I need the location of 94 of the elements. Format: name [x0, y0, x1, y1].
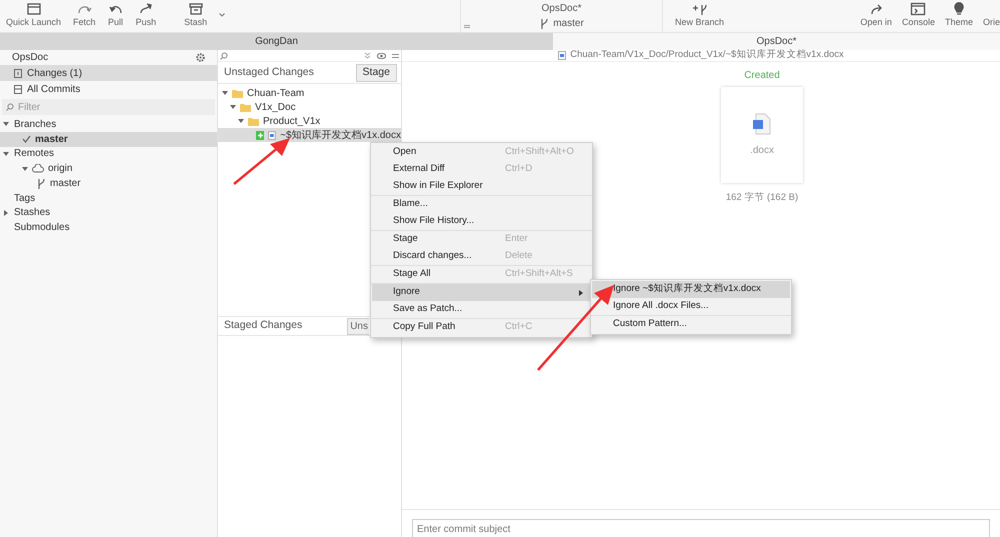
collapsed-caret-icon[interactable]	[3, 210, 9, 216]
unstaged-title: Unstaged Changes	[224, 64, 314, 80]
search-icon	[6, 103, 14, 111]
cloud-icon	[32, 164, 44, 173]
branch-name: master	[50, 177, 81, 191]
menu-item[interactable]: Open Ctrl+Shift+Alt+O	[372, 144, 591, 161]
menu-icon[interactable]	[392, 52, 399, 58]
stage-button[interactable]: Stage	[356, 64, 397, 82]
folder-name: Chuan-Team	[247, 86, 304, 100]
branch-item[interactable]: master	[0, 176, 217, 191]
shortcut-label: Ctrl+C	[505, 320, 534, 334]
repo-name: OpsDoc	[12, 51, 48, 65]
file-row[interactable]: ~$知识库开发文档v1x.docx	[218, 128, 401, 142]
sidebar-item[interactable]: All Commits	[0, 81, 217, 97]
file-path: Chuan-Team/V1x_Doc/Product_V1x/~$知识库开发文档v1x.docx	[570, 48, 844, 62]
document-icon	[268, 130, 276, 140]
staged-title: Staged Changes	[224, 318, 302, 334]
folder-row[interactable]: V1x_Doc	[218, 100, 401, 114]
menu-item[interactable]: Ignore	[372, 284, 591, 301]
toolbar-button[interactable]: Fetch	[73, 2, 96, 29]
section-header[interactable]: Stashes	[0, 206, 217, 220]
sidebar-item[interactable]: Changes (1)	[0, 65, 217, 81]
menu-item[interactable]: Stage All Ctrl+Shift+Alt+S	[372, 266, 591, 283]
toolbar-button[interactable]: Quick Launch	[6, 2, 62, 29]
menu-item[interactable]: Show File History...	[372, 213, 591, 230]
shortcut-label: Delete	[505, 249, 534, 264]
repo-branch-selector[interactable]: OpsDoc* master	[460, 0, 663, 32]
toolbar-button[interactable]: Stash	[184, 2, 208, 29]
section-header[interactable]: Branches	[0, 117, 217, 132]
expanded-caret-icon[interactable]	[230, 104, 236, 110]
eye-icon[interactable]	[377, 52, 386, 58]
check-icon	[22, 135, 31, 143]
toolbar-button[interactable]: Push	[136, 2, 156, 29]
search-icon	[220, 52, 228, 60]
curved-arrow-icon	[138, 2, 154, 16]
folder-row[interactable]: Chuan-Team	[218, 86, 401, 100]
expanded-caret-icon[interactable]	[3, 121, 9, 128]
menu-item[interactable]: External Diff Ctrl+D	[372, 161, 591, 178]
branch-item[interactable]: master	[0, 132, 217, 146]
clipboard-icon	[13, 68, 23, 78]
repo-title: OpsDoc*	[541, 2, 582, 16]
lines-icon	[464, 25, 470, 28]
toolbar-button[interactable]: Orie	[982, 2, 1000, 29]
folder-name: V1x_Doc	[255, 100, 296, 114]
section-header[interactable]: Submodules	[0, 220, 217, 234]
menu-item[interactable]: Discard changes... Delete	[372, 248, 591, 265]
search-field[interactable]	[218, 50, 401, 62]
branch-name: master	[553, 17, 584, 31]
section-header[interactable]: Remotes	[0, 146, 217, 161]
folder-row[interactable]: Product_V1x	[218, 114, 401, 128]
branch-icon	[36, 178, 46, 190]
expanded-caret-icon[interactable]	[3, 150, 9, 157]
branch-icon	[539, 18, 550, 30]
toolbar-button[interactable]: New Branch	[675, 2, 724, 29]
menu-item[interactable]: Ignore ~$知识库开发文档v1x.docx	[592, 281, 790, 298]
unstage-button[interactable]: Uns	[347, 318, 369, 334]
branch-name: origin	[48, 162, 72, 176]
repo-tab[interactable]: OpsDoc*	[553, 33, 1000, 50]
file-name: ~$知识库开发文档v1x.docx	[280, 128, 401, 142]
expanded-caret-icon[interactable]	[222, 90, 228, 96]
document-icon	[558, 51, 566, 60]
expanded-caret-icon[interactable]	[238, 118, 244, 124]
status-label: Created	[744, 69, 780, 83]
menu-item[interactable]: Show in File Explorer	[372, 178, 591, 195]
menu-item[interactable]: Custom Pattern...	[592, 316, 790, 333]
commit-subject-field[interactable]: Enter commit subject	[412, 518, 990, 537]
expanded-caret-icon[interactable]	[22, 166, 28, 172]
word-document-icon	[752, 112, 772, 134]
menu-item[interactable]: Ignore All .docx Files...	[592, 298, 790, 315]
new-branch-icon	[692, 2, 708, 16]
section-header[interactable]: Tags	[0, 191, 217, 206]
branch-item[interactable]: origin	[0, 161, 217, 176]
shortcut-label: Ctrl+D	[505, 162, 534, 176]
shortcut-label: Enter	[505, 232, 529, 246]
added-status-icon	[256, 130, 264, 140]
terminal-icon	[910, 2, 926, 16]
file-size: 162 字节 (162 B)	[726, 191, 798, 205]
toolbar-button[interactable]: Pull	[108, 2, 124, 29]
menu-item[interactable]: Stage Enter	[372, 231, 591, 248]
branch-name: master	[35, 132, 68, 146]
box-icon	[188, 2, 204, 16]
toolbar-button[interactable]: Console	[902, 2, 935, 29]
file-extension: .docx	[750, 144, 774, 158]
menu-item[interactable]: Save as Patch...	[372, 301, 591, 318]
menu-item[interactable]: Copy Full Path Ctrl+C	[372, 319, 591, 336]
stack-icon	[13, 84, 23, 94]
toolbar-button[interactable]: Open in	[860, 2, 892, 29]
folder-name: Product_V1x	[263, 114, 320, 128]
shortcut-label: Ctrl+Shift+Alt+O	[505, 145, 575, 160]
dropdown-caret-icon[interactable]	[219, 12, 226, 16]
settings-icon[interactable]	[196, 53, 205, 62]
menu-item[interactable]: Blame...	[372, 196, 591, 213]
toolbar-button[interactable]: Theme	[944, 2, 973, 29]
shortcut-label: Ctrl+Shift+Alt+S	[505, 267, 574, 282]
